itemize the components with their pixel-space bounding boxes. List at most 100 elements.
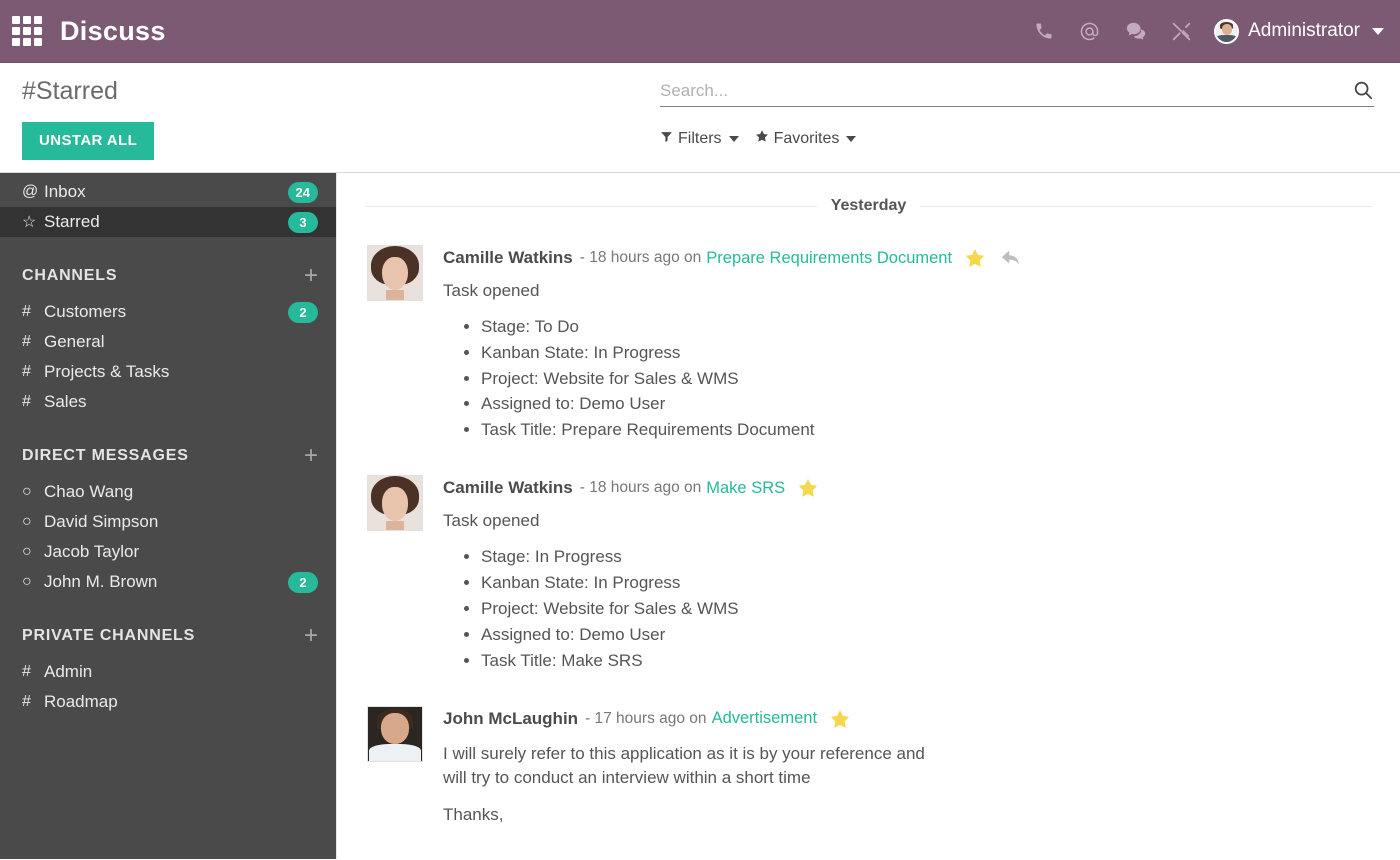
favorites-label: Favorites <box>773 129 840 147</box>
hash-icon: # <box>22 303 31 320</box>
topbar-icon-group <box>1034 20 1192 43</box>
sidebar-item-label: Jacob Taylor <box>44 542 140 561</box>
list-item: Kanban State: In Progress <box>481 572 1370 595</box>
status-circle-icon: ○ <box>22 573 32 590</box>
status-circle-icon: ○ <box>22 483 32 500</box>
message-thread[interactable]: Yesterday Camille Watkins - 18 hours ago o… <box>336 173 1400 859</box>
sidebar-section-private-channels: PRIVATE CHANNELS + <box>0 621 336 651</box>
list-item: Project: Website for Sales & WMS <box>481 598 1370 621</box>
search-bar[interactable] <box>660 79 1374 107</box>
star-icon[interactable] <box>797 477 819 499</box>
message-detail-list: Stage: To Do Kanban State: In Progress Pro… <box>481 316 1370 443</box>
sidebar-item-projects-tasks[interactable]: # Projects & Tasks <box>0 357 336 387</box>
list-item: Task Title: Prepare Requirements Documen… <box>481 419 1370 442</box>
search-icon[interactable] <box>1352 79 1374 101</box>
message-item: Camille Watkins - 18 hours ago on Make SRS… <box>337 455 1400 675</box>
sidebar-item-chao-wang[interactable]: ○ Chao Wang <box>0 477 336 507</box>
avatar <box>1214 18 1240 44</box>
user-name: Administrator <box>1248 20 1360 41</box>
message-detail-list: Stage: In Progress Kanban State: In Progr… <box>481 546 1370 673</box>
page-title: #Starred <box>22 77 118 105</box>
sidebar-item-label: Sales <box>44 392 87 411</box>
message-document-link[interactable]: Advertisement <box>712 709 817 728</box>
funnel-icon <box>660 130 673 148</box>
section-title: DIRECT MESSAGES <box>22 447 189 464</box>
message-body: John McLaughin - 17 hours ago on Advertise… <box>443 706 1370 828</box>
message-text: Task opened <box>443 511 540 531</box>
message-text: I will surely refer to this application … <box>443 743 925 788</box>
status-circle-icon: ○ <box>22 513 32 530</box>
unread-badge: 2 <box>288 301 318 323</box>
sidebar-item-john-m-brown[interactable]: ○ John M. Brown 2 <box>0 567 336 597</box>
separator-line <box>920 205 1373 207</box>
message-document-link[interactable]: Prepare Requirements Document <box>706 249 952 268</box>
control-panel-right: Filters Favorites <box>660 63 1400 172</box>
filters-dropdown[interactable]: Filters <box>660 130 739 148</box>
unread-badge: 24 <box>287 181 318 203</box>
star-outline-icon: ☆ <box>22 214 37 231</box>
search-input[interactable] <box>660 81 1352 101</box>
message-item: John McLaughin - 17 hours ago on Advertise… <box>337 686 1400 828</box>
control-panel-left: #Starred UNSTAR ALL <box>0 63 660 172</box>
sidebar-item-admin[interactable]: # Admin <box>0 657 336 687</box>
message-header: Camille Watkins - 18 hours ago on Make SRS <box>443 477 1370 499</box>
app-title: Discuss <box>60 15 166 46</box>
sidebar-item-sales[interactable]: # Sales <box>0 387 336 417</box>
unstar-all-button[interactable]: UNSTAR ALL <box>22 122 155 160</box>
list-item: Project: Website for Sales & WMS <box>481 368 1370 391</box>
sidebar-item-customers[interactable]: # Customers 2 <box>0 297 336 327</box>
apps-grid-icon[interactable] <box>10 14 44 48</box>
list-item: Stage: To Do <box>481 316 1370 339</box>
star-icon[interactable] <box>829 708 851 730</box>
filters-row: Filters Favorites <box>660 129 1374 148</box>
chevron-down-icon <box>728 135 739 142</box>
list-item: Assigned to: Demo User <box>481 624 1370 647</box>
section-title: PRIVATE CHANNELS <box>22 627 196 644</box>
sidebar-item-roadmap[interactable]: # Roadmap <box>0 687 336 717</box>
sidebar-item-label: General <box>44 332 105 351</box>
message-header: Camille Watkins - 18 hours ago on Prepare … <box>443 247 1370 269</box>
chevron-down-icon <box>846 135 857 142</box>
favorites-dropdown[interactable]: Favorites <box>755 129 857 148</box>
sidebar-item-label: Starred <box>44 212 100 231</box>
mention-at-icon[interactable] <box>1078 20 1101 43</box>
hash-icon: # <box>22 363 31 380</box>
add-channel-icon[interactable]: + <box>304 624 318 648</box>
sidebar-item-label: John M. Brown <box>44 572 158 591</box>
reply-icon[interactable] <box>1000 247 1022 269</box>
sidebar-item-starred[interactable]: ☆ Starred 3 <box>0 207 336 237</box>
star-icon[interactable] <box>964 247 986 269</box>
list-item: Task Title: Make SRS <box>481 650 1370 673</box>
sidebar-item-inbox[interactable]: @ Inbox 24 <box>0 177 336 207</box>
separator-line <box>365 205 817 207</box>
hash-icon: # <box>22 393 31 410</box>
message-timestamp: - 18 hours ago on <box>579 249 702 266</box>
message-author: Camille Watkins <box>443 248 573 267</box>
hash-icon: # <box>22 663 31 680</box>
body-wrapper: @ Inbox 24 ☆ Starred 3 CHANNELS + # Customers 2 # Ge… <box>0 173 1400 859</box>
tools-wrench-icon[interactable] <box>1171 21 1192 42</box>
sidebar-item-jacob-taylor[interactable]: ○ Jacob Taylor <box>0 537 336 567</box>
list-item: Assigned to: Demo User <box>481 393 1370 416</box>
hash-icon: # <box>22 693 31 710</box>
message-author: Camille Watkins <box>443 478 573 498</box>
filters-label: Filters <box>678 129 722 147</box>
day-separator: Yesterday <box>365 197 1373 215</box>
user-menu[interactable]: Administrator <box>1214 18 1384 44</box>
message-paragraph: Thanks, <box>443 804 504 824</box>
sidebar-item-label: Admin <box>44 662 93 681</box>
phone-icon[interactable] <box>1034 21 1054 41</box>
sidebar-item-general[interactable]: # General <box>0 327 336 357</box>
add-channel-icon[interactable]: + <box>304 264 318 288</box>
message-text: Task opened <box>443 281 540 300</box>
message-document-link[interactable]: Make SRS <box>706 479 785 498</box>
list-item: Stage: In Progress <box>481 546 1370 569</box>
message-header: John McLaughin - 17 hours ago on Advertise… <box>443 708 1370 730</box>
message-author: John McLaughin <box>443 708 579 728</box>
add-channel-icon[interactable]: + <box>304 444 318 468</box>
sidebar-item-label: David Simpson <box>44 512 159 531</box>
hash-icon: # <box>22 333 31 350</box>
sidebar-item-david-simpson[interactable]: ○ David Simpson <box>0 507 336 537</box>
sidebar-item-label: Chao Wang <box>44 482 134 501</box>
chat-bubble-icon[interactable] <box>1125 20 1147 42</box>
